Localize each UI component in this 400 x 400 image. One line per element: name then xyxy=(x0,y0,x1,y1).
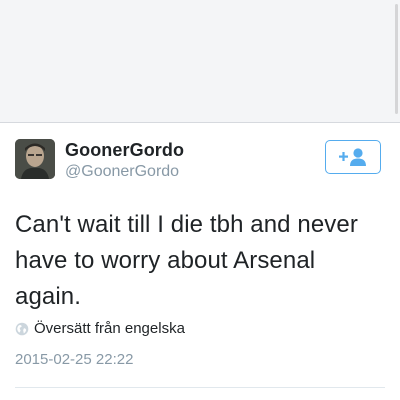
divider xyxy=(15,387,385,388)
add-user-icon xyxy=(339,148,366,166)
tweet-author[interactable]: GoonerGordo @GoonerGordo xyxy=(65,139,184,183)
screen: GoonerGordo @GoonerGordo Can't wait till… xyxy=(0,0,400,400)
user-handle[interactable]: @GoonerGordo xyxy=(65,161,184,183)
translate-link[interactable]: Översätt från engelska xyxy=(15,320,185,337)
translate-label[interactable]: Översätt från engelska xyxy=(34,320,185,337)
avatar-photo xyxy=(15,139,55,179)
avatar[interactable] xyxy=(15,139,55,179)
globe-icon xyxy=(15,322,29,335)
tweet-card: GoonerGordo @GoonerGordo Can't wait till… xyxy=(0,123,400,400)
top-background xyxy=(0,0,400,123)
scrollbar[interactable] xyxy=(395,4,398,114)
tweet-timestamp: 2015-02-25 22:22 xyxy=(15,351,134,368)
display-name[interactable]: GoonerGordo xyxy=(65,139,184,161)
tweet-text: Can't wait till I die tbh and never have… xyxy=(15,211,358,310)
follow-button[interactable] xyxy=(325,140,381,174)
